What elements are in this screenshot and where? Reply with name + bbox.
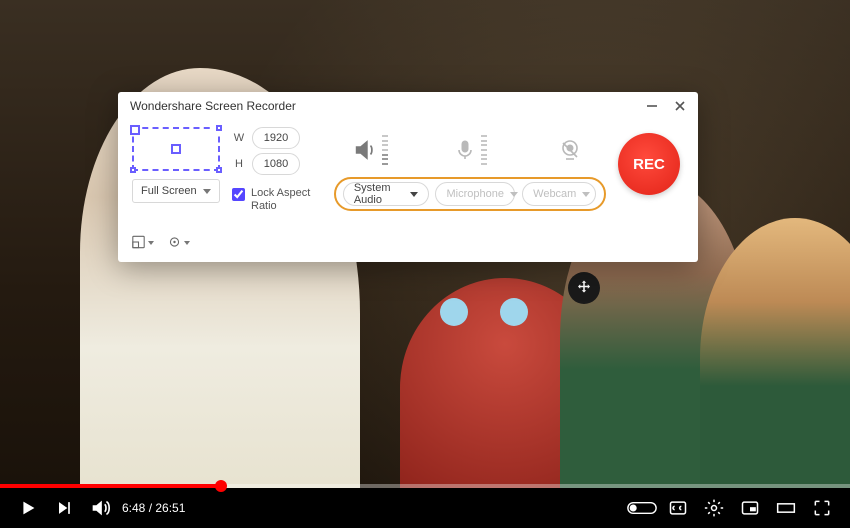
layout-tool[interactable] [132,232,154,252]
source-icon-row [331,127,608,177]
system-audio-select[interactable]: System Audio [343,182,429,206]
vu-meter [481,135,487,165]
window-controls [644,98,688,114]
volume-button[interactable] [82,490,118,526]
height-input[interactable]: 1080 [252,153,300,175]
lock-aspect-label: Lock Aspect Ratio [251,187,321,213]
record-button[interactable]: REC [618,133,680,195]
webcam-select[interactable]: Webcam [522,182,596,206]
move-handle-icon[interactable] [568,272,600,304]
webcam-icon[interactable] [546,129,594,171]
capture-region-box[interactable]: + [132,127,220,171]
width-input[interactable]: 1920 [252,127,300,149]
miniplayer-button[interactable] [732,490,768,526]
next-button[interactable] [46,490,82,526]
microphone-icon[interactable] [446,129,494,171]
source-pill-group: System Audio Microphone Webcam [334,177,606,211]
close-button[interactable] [672,98,688,114]
vu-meter [382,135,388,165]
chevron-down-icon [148,241,154,245]
lock-aspect-checkbox[interactable] [232,188,245,201]
height-label: H [232,158,246,170]
theater-button[interactable] [768,490,804,526]
capture-mode-select[interactable]: Full Screen [132,179,220,203]
titlebar: Wondershare Screen Recorder [118,92,698,119]
chevron-down-icon [203,189,211,194]
plus-icon: + [171,139,182,160]
chevron-down-icon [582,192,590,197]
chevron-down-icon [510,192,518,197]
width-label: W [232,132,246,144]
play-button[interactable] [10,490,46,526]
captions-button[interactable] [660,490,696,526]
recorder-panel: Wondershare Screen Recorder + Full Scree… [118,92,698,262]
microphone-select[interactable]: Microphone [435,182,515,206]
player-controls: 6:48 / 26:51 [0,488,850,528]
minimize-button[interactable] [644,98,660,114]
chevron-down-icon [184,241,190,245]
settings-button[interactable] [696,490,732,526]
system-audio-icon[interactable] [346,129,394,171]
window-title: Wondershare Screen Recorder [130,99,296,113]
capture-mode-label: Full Screen [141,185,197,197]
chevron-down-icon [410,192,418,197]
autoplay-toggle[interactable] [624,490,660,526]
fullscreen-button[interactable] [804,490,840,526]
time-display: 6:48 / 26:51 [122,501,185,515]
settings-tool[interactable] [168,232,190,252]
